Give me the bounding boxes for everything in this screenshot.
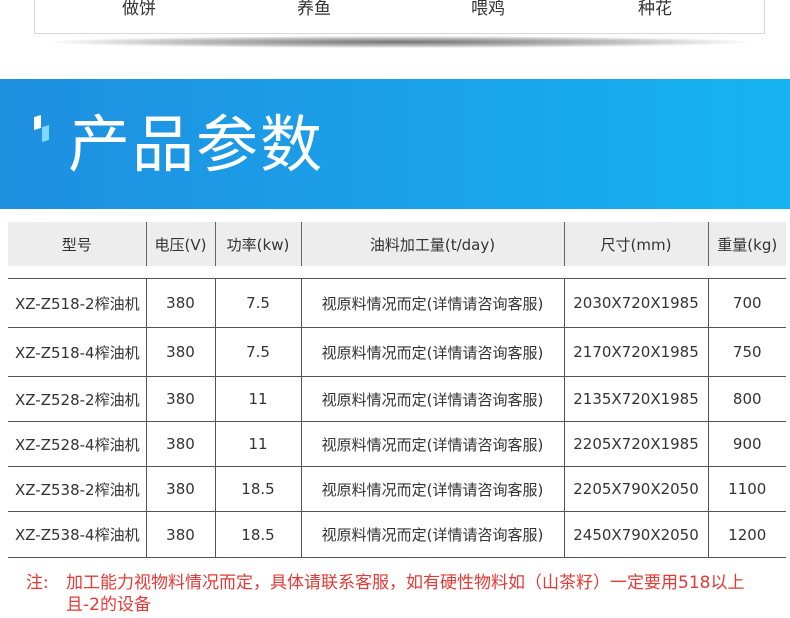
cell-weight: 1100	[707, 466, 786, 512]
table-row: XZ-Z538-2榨油机 380 18.5 视原料情况而定(详情请咨询客服) 2…	[8, 466, 786, 512]
cell-weight: 700	[707, 278, 786, 328]
cell-capacity: 视原料情况而定(详情请咨询客服)	[300, 278, 564, 328]
header-weight: 重量(kg)	[707, 222, 786, 266]
top-nav-item-chicken[interactable]: 喂鸡	[471, 0, 505, 19]
top-nav-item-fish[interactable]: 养鱼	[297, 0, 331, 19]
cell-power: 7.5	[214, 327, 301, 377]
cell-model: XZ-Z518-2榨油机	[8, 278, 146, 328]
header-size: 尺寸(mm)	[563, 222, 708, 266]
table-row: XZ-Z518-2榨油机 380 7.5 视原料情况而定(详情请咨询客服) 20…	[8, 278, 786, 328]
cell-power: 11	[214, 376, 301, 422]
cell-voltage: 380	[145, 511, 215, 558]
banner-accent-mark	[34, 114, 41, 131]
cell-voltage: 380	[145, 466, 215, 512]
cell-model: XZ-Z528-4榨油机	[8, 421, 146, 467]
cell-size: 2205X790X2050	[563, 466, 708, 512]
footnote-label: 注:	[26, 573, 49, 593]
header-capacity: 油料加工量(t/day)	[300, 222, 564, 266]
cell-capacity: 视原料情况而定(详情请咨询客服)	[300, 511, 564, 558]
cell-model: XZ-Z528-2榨油机	[8, 376, 146, 422]
footnote-text: 加工能力视物料情况而定，具体请联系客服，如有硬性物料如（山茶籽）一定要用518以…	[66, 573, 745, 615]
cell-weight: 900	[707, 421, 786, 467]
cell-power: 11	[214, 421, 301, 467]
header-voltage: 电压(V)	[145, 222, 215, 266]
cell-size: 2030X720X1985	[563, 278, 708, 328]
cell-voltage: 380	[145, 421, 215, 467]
cell-size: 2170X720X1985	[563, 327, 708, 377]
cell-weight: 1200	[707, 511, 786, 558]
top-nav-item-pancake[interactable]: 做饼	[122, 0, 156, 19]
header-power: 功率(kw)	[214, 222, 301, 266]
table-row: XZ-Z528-2榨油机 380 11 视原料情况而定(详情请咨询客服) 213…	[8, 376, 786, 422]
cell-model: XZ-Z538-2榨油机	[8, 466, 146, 512]
top-nav-item-flower[interactable]: 种花	[638, 0, 672, 19]
cell-capacity: 视原料情况而定(详情请咨询客服)	[300, 421, 564, 467]
cell-weight: 800	[707, 376, 786, 422]
header-model: 型号	[8, 222, 146, 266]
section-title: 产品参数	[68, 108, 325, 181]
cell-size: 2205X720X1985	[563, 421, 708, 467]
cell-capacity: 视原料情况而定(详情请咨询客服)	[300, 466, 564, 512]
table-gap-row	[8, 266, 786, 279]
table-row: XZ-Z528-4榨油机 380 11 视原料情况而定(详情请咨询客服) 220…	[8, 421, 786, 467]
cell-power: 18.5	[214, 466, 301, 512]
table-row: XZ-Z538-4榨油机 380 18.5 视原料情况而定(详情请咨询客服) 2…	[8, 511, 786, 558]
cell-size: 2135X720X1985	[563, 376, 708, 422]
card-shadow	[50, 36, 750, 48]
cell-capacity: 视原料情况而定(详情请咨询客服)	[300, 376, 564, 422]
cell-model: XZ-Z518-4榨油机	[8, 327, 146, 377]
cell-model: XZ-Z538-4榨油机	[8, 511, 146, 558]
table-header-row: 型号 电压(V) 功率(kw) 油料加工量(t/day) 尺寸(mm) 重量(k…	[8, 222, 786, 266]
cell-voltage: 380	[145, 278, 215, 328]
cell-weight: 750	[707, 327, 786, 377]
table-row: XZ-Z518-4榨油机 380 7.5 视原料情况而定(详情请咨询客服) 21…	[8, 327, 786, 377]
cell-capacity: 视原料情况而定(详情请咨询客服)	[300, 327, 564, 377]
spec-table: 型号 电压(V) 功率(kw) 油料加工量(t/day) 尺寸(mm) 重量(k…	[8, 222, 786, 558]
cell-voltage: 380	[145, 327, 215, 377]
cell-size: 2450X790X2050	[563, 511, 708, 558]
footnote: 注: 加工能力视物料情况而定，具体请联系客服，如有硬性物料如（山茶籽）一定要用5…	[26, 572, 776, 616]
cell-power: 18.5	[214, 511, 301, 558]
cell-power: 7.5	[214, 278, 301, 328]
cell-voltage: 380	[145, 376, 215, 422]
banner-accent-mark-secondary	[42, 124, 49, 143]
